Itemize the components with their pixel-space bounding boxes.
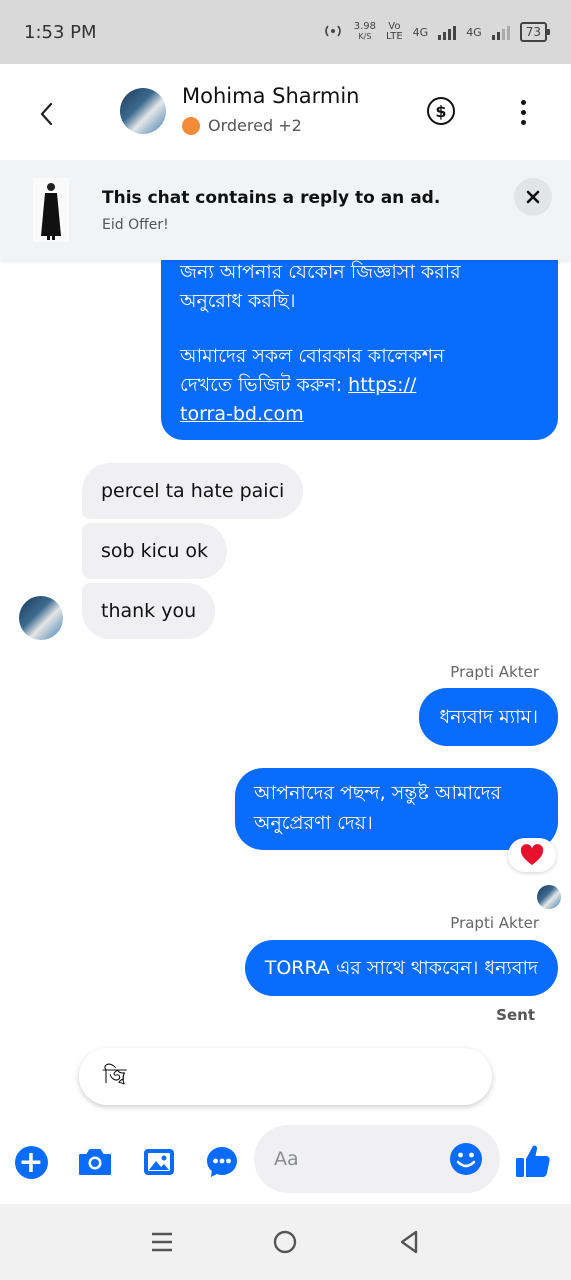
contact-status-label: Ordered +2 bbox=[208, 116, 302, 135]
add-button[interactable]: + bbox=[13, 1144, 49, 1180]
dot-icon bbox=[520, 119, 526, 125]
ad-banner-close-button[interactable] bbox=[514, 178, 552, 216]
like-button[interactable] bbox=[514, 1142, 552, 1180]
system-back-button[interactable] bbox=[389, 1222, 429, 1262]
message-line: torra-bd.com bbox=[180, 400, 542, 429]
sim2-signal-icon bbox=[491, 24, 510, 40]
sim1-net-type: 4G bbox=[412, 25, 429, 39]
ad-banner-subtitle: Eid Offer! bbox=[102, 217, 169, 233]
status-time: 1:53 PM bbox=[24, 21, 97, 43]
thumbs-up-icon bbox=[516, 1145, 550, 1177]
close-icon bbox=[526, 190, 540, 204]
reaction-badge[interactable] bbox=[508, 838, 556, 872]
plus-icon: + bbox=[14, 1145, 48, 1179]
message-line: জন্য আপনার যেকোন জিজ্ঞাসা করার bbox=[180, 261, 461, 283]
ad-banner-title: This chat contains a reply to an ad. bbox=[102, 188, 441, 208]
outgoing-message[interactable]: TORRA এর সাথে থাকবেন। ধন্যবাদ bbox=[244, 940, 558, 996]
back-arrow-icon bbox=[40, 102, 53, 126]
messenger-screen: 1:53 PM 3.98 K/S Vo LTE 4G 4G 73 Mohima bbox=[0, 0, 571, 1280]
ad-thumbnail bbox=[33, 178, 69, 242]
heart-icon bbox=[520, 844, 544, 865]
outgoing-message[interactable]: জন্য আপনার যেকোন জিজ্ঞাসা করার অনুরোধ কর… bbox=[161, 260, 558, 440]
back-triangle-icon bbox=[400, 1230, 418, 1254]
message-line: অনুরোধ করছি। bbox=[180, 290, 296, 312]
image-icon bbox=[144, 1149, 174, 1175]
recent-apps-button[interactable] bbox=[142, 1222, 182, 1262]
sim1-signal-icon bbox=[438, 24, 457, 40]
payment-button[interactable]: $ bbox=[427, 97, 455, 125]
sent-status: Sent bbox=[496, 1006, 535, 1024]
volte-indicator: Vo LTE bbox=[386, 21, 403, 42]
more-actions-button[interactable] bbox=[204, 1144, 240, 1180]
contact-avatar[interactable] bbox=[120, 88, 166, 134]
ad-reply-banner[interactable]: This chat contains a reply to an ad. Eid… bbox=[0, 160, 571, 260]
incoming-message[interactable]: thank you bbox=[82, 583, 216, 639]
read-receipt-avatar bbox=[537, 885, 561, 909]
message-line: আমাদের সকল বোরকার কালেকশন bbox=[180, 345, 445, 367]
dot-icon bbox=[520, 109, 526, 115]
contact-name[interactable]: Mohima Sharmin bbox=[182, 84, 360, 108]
chat-header: Mohima Sharmin Ordered +2 $ bbox=[0, 64, 571, 160]
back-button[interactable] bbox=[28, 96, 64, 132]
hotspot-icon bbox=[322, 23, 344, 42]
chat-bubble-icon bbox=[207, 1147, 237, 1177]
net-speed: 3.98 K/S bbox=[353, 21, 377, 42]
camera-icon bbox=[79, 1149, 111, 1175]
composer-bar: + Aa bbox=[0, 1120, 571, 1204]
sender-avatar[interactable] bbox=[19, 596, 63, 640]
home-button[interactable] bbox=[265, 1222, 305, 1262]
status-icons: 3.98 K/S Vo LTE 4G 4G 73 bbox=[322, 21, 551, 42]
menu-lines-icon bbox=[151, 1232, 172, 1252]
dot-icon bbox=[520, 99, 526, 105]
sender-label: Prapti Akter bbox=[450, 663, 539, 681]
contact-status: Ordered +2 bbox=[182, 116, 302, 135]
website-link[interactable]: https:// bbox=[348, 374, 416, 396]
status-bar: 1:53 PM 3.98 K/S Vo LTE 4G 4G 73 bbox=[0, 0, 571, 64]
gallery-button[interactable] bbox=[141, 1144, 177, 1180]
battery-indicator: 73 bbox=[519, 22, 551, 42]
more-options-button[interactable] bbox=[512, 96, 534, 128]
camera-button[interactable] bbox=[77, 1144, 113, 1180]
outgoing-message[interactable]: ধন্যবাদ ম্যাম। bbox=[419, 688, 558, 746]
message-list[interactable]: জন্য আপনার যেকোন জিজ্ঞাসা করার অনুরোধ কর… bbox=[0, 260, 571, 1050]
home-circle-icon bbox=[274, 1230, 297, 1254]
sender-label: Prapti Akter bbox=[450, 914, 539, 932]
dollar-icon: $ bbox=[435, 101, 447, 121]
message-line: দেখতে ভিজিট করুন: https:// bbox=[180, 374, 417, 396]
sim2-net-type: 4G bbox=[466, 25, 482, 39]
quick-reply-suggestion[interactable]: জ্বি bbox=[79, 1048, 492, 1105]
website-link[interactable]: torra-bd.com bbox=[180, 403, 304, 425]
system-nav-bar bbox=[0, 1204, 571, 1280]
smiley-icon bbox=[450, 1143, 482, 1175]
emoji-button[interactable] bbox=[448, 1141, 484, 1177]
incoming-message[interactable]: sob kicu ok bbox=[82, 523, 228, 579]
status-dot-icon bbox=[182, 116, 200, 135]
incoming-message[interactable]: percel ta hate paici bbox=[82, 463, 304, 519]
outgoing-message[interactable]: আপনাদের পছন্দ, সন্তুষ্ট আমাদের অনুপ্রেরণ… bbox=[235, 768, 558, 850]
